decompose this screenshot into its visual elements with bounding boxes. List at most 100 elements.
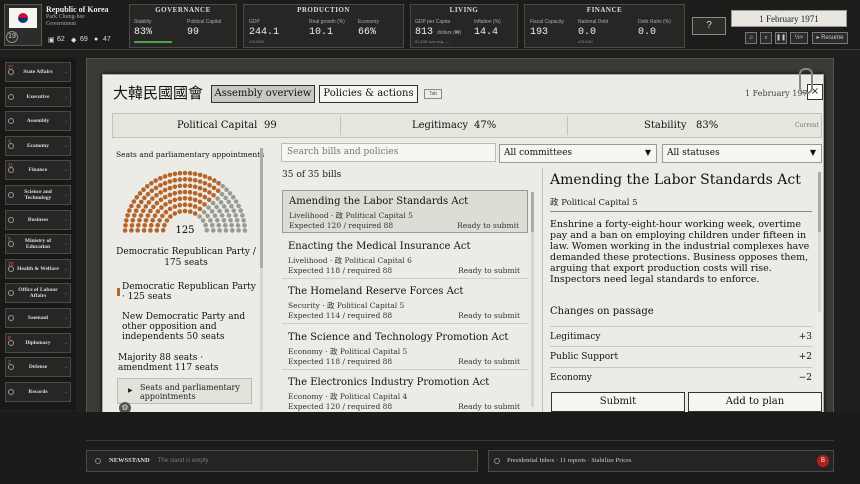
sidebar-item[interactable]: Saemaul ◦ — [5, 308, 71, 328]
music-icon[interactable]: ♫ — [745, 32, 757, 44]
leader-name: Park Chung-hee Government — [46, 14, 85, 27]
seat-dot — [149, 181, 154, 186]
bill-list-item[interactable]: The Science and Technology Promotion Act… — [282, 327, 528, 370]
speed-button[interactable]: ½× — [790, 32, 808, 44]
search-input[interactable]: Search bills and policies — [281, 143, 496, 162]
seat-dot — [220, 184, 225, 189]
seat-dot — [205, 213, 210, 219]
ministry-icon — [8, 192, 14, 198]
paperclip-icon — [799, 68, 813, 94]
notification-badge: 11 — [8, 163, 14, 170]
resume-button[interactable]: ▸ Resume — [812, 32, 848, 44]
capital-label: Political Capital — [187, 19, 222, 25]
bill-expected: Expected 120 / required 88 — [288, 402, 393, 411]
seat-dot — [146, 200, 152, 205]
ruling-party-seats: Democratic Republican Party · 125 seats — [122, 282, 256, 302]
sidebar-item-label: Finance — [28, 167, 48, 174]
sidebar-item[interactable]: Office of Labour Affairs ◦ — [5, 283, 71, 304]
seat-dot — [202, 180, 208, 186]
presidential-inbox-bar[interactable]: Presidential Inbox · 11 reports · Stabil… — [488, 450, 834, 472]
seat-dot — [177, 177, 183, 182]
capital-value: 99 — [187, 27, 200, 38]
sidebar-item[interactable]: 4 Economy ◦ — [5, 135, 71, 156]
divider — [340, 116, 341, 135]
seat-total: 125 — [175, 225, 194, 236]
legitimacy-value: 47% — [474, 120, 497, 131]
tab-policies-actions[interactable]: Policies & actions — [319, 85, 418, 103]
bill-list-item[interactable]: The Homeland Reserve Forces Act Security … — [282, 281, 528, 324]
sidebar-item[interactable]: Executive ◦ — [5, 86, 71, 107]
sidebar-item[interactable]: 26 Health & Welfare ◦ — [5, 258, 71, 279]
seat-dot — [143, 218, 149, 223]
sidebar-item-label: Economy — [27, 142, 49, 149]
seat-dot — [192, 171, 198, 177]
notification-badge: 2 — [8, 360, 11, 367]
bill-list-item[interactable]: Enacting the Medical Insurance Act Liveli… — [282, 236, 528, 279]
sidebar-item-label: Office of Labour Affairs — [18, 287, 58, 300]
submit-button[interactable]: Submit — [551, 392, 685, 412]
tab-assembly-overview[interactable]: Assembly overview — [211, 85, 315, 103]
seat-dot — [167, 192, 173, 198]
seat-dot — [238, 208, 243, 213]
seat-dot — [235, 223, 241, 228]
sidebar-item-label: Saemaul — [27, 315, 49, 321]
ministry-icon — [8, 93, 14, 100]
sidebar-item-label: Business — [27, 216, 49, 223]
seat-dot — [155, 209, 161, 214]
divider — [567, 116, 568, 135]
seat-dot — [123, 223, 128, 228]
bill-detail-title: Amending the Labor Standards Act — [550, 172, 801, 188]
bill-list-item[interactable]: Amending the Labor Standards Act Liveliho… — [282, 190, 528, 233]
seat-dot — [157, 218, 162, 223]
bill-title: The Electronics Industry Promotion Act — [288, 377, 490, 388]
pin-icon: ◦ — [65, 242, 67, 249]
seat-dot — [137, 191, 143, 196]
seats-appointments-button[interactable]: ▶ Seats and parliamentary appointments — [117, 378, 252, 404]
pin-icon: ◦ — [65, 143, 67, 150]
status-select[interactable]: All statuses ▼ — [662, 144, 822, 163]
game-date: 1 February 1971 — [731, 10, 847, 27]
seat-dot — [139, 199, 144, 205]
detail-scrollbar[interactable] — [818, 172, 821, 312]
sidebar-item[interactable]: 5 Ministry of Education ◦ — [5, 234, 71, 255]
seat-dot — [211, 185, 217, 191]
economy-value: 66% — [358, 27, 377, 38]
bill-list-item[interactable]: The Electronics Industry Promotion Act Ec… — [282, 372, 528, 415]
bill-status: Ready to submit — [458, 265, 520, 275]
committee-select[interactable]: All committees ▼ — [499, 144, 657, 163]
sidebar-item[interactable]: 27 State Affairs ◦ — [5, 62, 71, 82]
stability-label-row: Stability — [644, 120, 687, 131]
pin-icon: ◦ — [65, 340, 67, 347]
sidebar-item[interactable]: 8 Diplomacy ◦ — [5, 332, 71, 353]
stat-icon-3: ● — [94, 36, 99, 43]
bill-title: The Science and Technology Promotion Act — [288, 331, 509, 343]
seat-dot — [162, 174, 168, 179]
add-to-plan-button[interactable]: Add to plan — [688, 392, 822, 412]
help-button[interactable]: ? — [692, 17, 726, 35]
sidebar-item[interactable]: Assembly ◦ — [5, 111, 71, 132]
sidebar-item[interactable]: Records ◦ — [5, 381, 71, 402]
sidebar-item[interactable]: Science and Technology ◦ — [5, 185, 71, 205]
seat-dot — [167, 199, 173, 205]
seat-dot — [197, 199, 203, 205]
pin-icon: ◦ — [65, 291, 67, 298]
stat-3: 47 — [103, 36, 111, 43]
pause-icon[interactable]: ❚❚ — [775, 32, 787, 44]
notification-badge: 27 — [8, 65, 14, 71]
sidebar-item[interactable]: Business ◦ — [5, 209, 71, 230]
seat-dot — [167, 179, 173, 184]
sidebar-item[interactable]: 11 Finance ◦ — [5, 160, 71, 181]
seat-dot — [150, 218, 155, 223]
newsstand-bar[interactable]: NEWSSTAND The stand is empty — [86, 450, 478, 472]
seat-dot — [145, 213, 151, 218]
seat-dot — [226, 213, 232, 218]
seat-dot — [177, 170, 183, 176]
seat-dot — [215, 196, 220, 201]
sidebar-item[interactable]: 2 Defense ◦ — [5, 357, 71, 378]
bill-list-scrollbar[interactable] — [531, 192, 534, 407]
bill-category: Economy · 政 Political Capital 4 — [288, 392, 408, 401]
left-scrollbar[interactable] — [260, 148, 263, 410]
seat-dot — [192, 211, 198, 216]
search-icon[interactable]: ⌕ — [760, 32, 772, 44]
seat-dot — [197, 206, 203, 212]
